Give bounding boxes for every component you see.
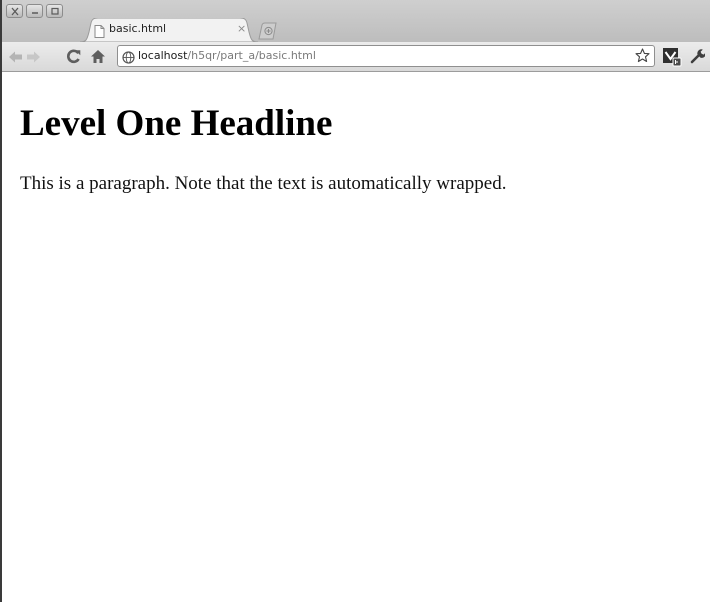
- forward-arrow-icon[interactable]: [26, 49, 41, 68]
- url-host: localhost: [138, 49, 188, 62]
- url-path: /h5qr/part_a/basic.html: [187, 49, 316, 62]
- address-bar[interactable]: localhost/h5qr/part_a/basic.html: [117, 45, 655, 67]
- minimize-icon[interactable]: [26, 4, 43, 18]
- extension-icon[interactable]: [662, 47, 682, 71]
- tab-title: basic.html: [109, 22, 167, 35]
- maximize-icon[interactable]: [46, 4, 63, 18]
- url-text: localhost/h5qr/part_a/basic.html: [138, 49, 316, 62]
- back-arrow-icon[interactable]: [8, 49, 23, 68]
- browser-window: basic.html × localhost/h5qr/part_a/basic…: [0, 0, 710, 602]
- close-icon[interactable]: [6, 4, 23, 18]
- browser-toolbar: localhost/h5qr/part_a/basic.html: [2, 42, 710, 72]
- tab-strip: basic.html ×: [2, 0, 710, 42]
- window-controls: [6, 4, 63, 18]
- wrench-icon[interactable]: [690, 48, 706, 68]
- home-icon[interactable]: [90, 49, 106, 68]
- reload-icon[interactable]: [66, 49, 81, 68]
- page-viewport: Level One Headline This is a paragraph. …: [2, 72, 710, 602]
- paragraph-text: This is a paragraph. Note that the text …: [20, 173, 507, 194]
- new-tab-icon[interactable]: [256, 22, 280, 44]
- level-one-headline: Level One Headline: [20, 103, 333, 144]
- document-icon: [94, 23, 105, 42]
- tab-basic-html[interactable]: basic.html ×: [80, 18, 258, 42]
- globe-icon: [122, 49, 135, 68]
- star-icon[interactable]: [635, 48, 650, 67]
- tab-close-button[interactable]: ×: [237, 23, 246, 35]
